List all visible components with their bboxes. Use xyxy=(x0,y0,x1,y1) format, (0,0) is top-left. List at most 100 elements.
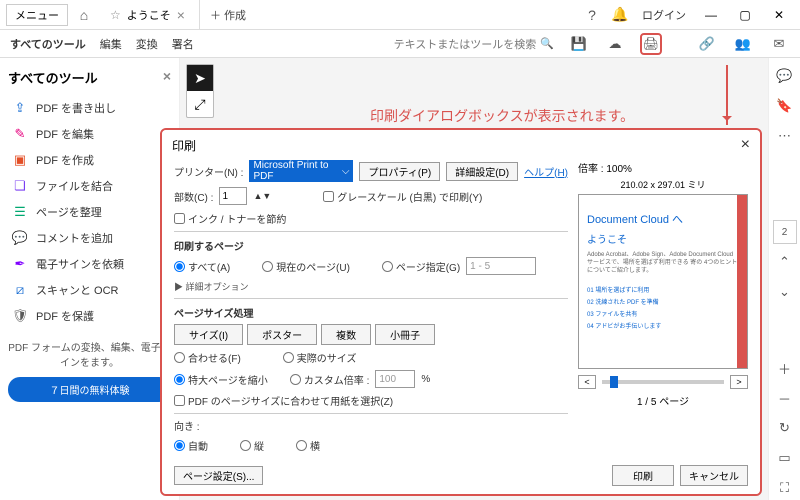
sidebar-footer-text: PDF フォームの変換、編集、電子サインをます。 xyxy=(8,339,171,369)
dialog-close-button[interactable]: × xyxy=(741,136,750,154)
tool-comment[interactable]: 💬コメントを追加 xyxy=(8,225,171,251)
tool-protect[interactable]: 🛡PDF を保護 xyxy=(8,303,171,329)
tab-all-tools[interactable]: すべてのツール xyxy=(10,36,86,52)
scan-icon: ⧄ xyxy=(12,282,28,298)
fit-page-icon[interactable]: ▭ xyxy=(773,446,797,470)
preview-prev-button[interactable]: < xyxy=(578,375,596,389)
print-button[interactable]: 印刷 xyxy=(612,465,674,486)
zoom-out-icon[interactable]: － xyxy=(773,386,797,410)
link-icon[interactable]: 🔗 xyxy=(696,33,718,55)
tool-combine[interactable]: ❏ファイルを結合 xyxy=(8,173,171,199)
annotation-callout: 印刷ダイアログボックスが表示されます。 xyxy=(370,106,634,126)
menu-button[interactable]: メニュー xyxy=(6,4,68,26)
document-tab[interactable]: ☆ ようこそ × xyxy=(100,0,195,29)
toolbar: すべてのツール 編集 変換 署名 テキストまたはツールを検索 🔍 💾 ☁ 🖨 🔗… xyxy=(0,30,800,58)
orient-landscape-radio[interactable]: 横 xyxy=(296,438,320,453)
print-preview: Document Cloud へ ようこそ Adobe Acrobat、Adob… xyxy=(578,194,748,369)
tool-export-pdf[interactable]: ⇪PDF を書き出し xyxy=(8,95,171,121)
scroll-down-icon[interactable]: ⌄ xyxy=(773,280,797,304)
comment-icon: 💬 xyxy=(12,230,28,246)
tool-edit-pdf[interactable]: ✎PDF を編集 xyxy=(8,121,171,147)
expand-tool[interactable]: ⤢ xyxy=(187,91,213,117)
search-icon: 🔍 xyxy=(540,37,554,50)
tab-convert[interactable]: 変換 xyxy=(136,36,158,52)
choose-paper-checkbox[interactable]: PDF のページサイズに合わせて用紙を選択(Z) xyxy=(174,393,393,408)
custom-scale-radio[interactable]: カスタム倍率 : xyxy=(290,372,370,387)
scroll-up-icon[interactable]: ⌃ xyxy=(773,250,797,274)
grayscale-checkbox[interactable]: グレースケール (白黒) で印刷(Y) xyxy=(323,189,482,204)
bell-icon[interactable]: 🔔 xyxy=(608,3,632,27)
orient-auto-radio[interactable]: 自動 xyxy=(174,438,208,453)
help-link[interactable]: ヘルプ(H) xyxy=(524,164,568,179)
more-options-toggle[interactable]: ▶ 詳細オプション xyxy=(174,280,249,293)
size-button[interactable]: サイズ(I) xyxy=(174,324,243,345)
export-icon: ⇪ xyxy=(12,100,28,116)
search-box[interactable]: テキストまたはツールを検索 🔍 xyxy=(394,36,554,52)
ink-save-checkbox[interactable]: インク / トナーを節約 xyxy=(174,211,286,226)
close-window-button[interactable]: ✕ xyxy=(764,3,794,27)
new-tab-button[interactable]: ＋ 作成 xyxy=(199,0,256,29)
login-link[interactable]: ログイン xyxy=(636,7,692,23)
close-sidebar-icon[interactable]: × xyxy=(163,68,171,87)
esign-icon: ✒ xyxy=(12,256,28,272)
bookmark-panel-icon[interactable]: 🔖 xyxy=(773,94,797,118)
multiple-button[interactable]: 複数 xyxy=(321,324,371,345)
advanced-settings-button[interactable]: 詳細設定(D) xyxy=(446,162,518,181)
copies-label: 部数(C) : xyxy=(174,189,213,204)
print-icon[interactable]: 🖨 xyxy=(640,33,662,55)
custom-scale-input[interactable] xyxy=(375,370,415,388)
fit-radio[interactable]: 合わせる(F) xyxy=(174,350,241,365)
actual-size-radio[interactable]: 実際のサイズ xyxy=(283,350,357,365)
shrink-radio[interactable]: 特大ページを縮小 xyxy=(174,372,268,387)
zoom-in-icon[interactable]: ＋ xyxy=(773,356,797,380)
pages-range-radio[interactable]: ページ指定(G) xyxy=(382,259,460,274)
tool-esign[interactable]: ✒電子サインを依頼 xyxy=(8,251,171,277)
tool-organize[interactable]: ☰ページを整理 xyxy=(8,199,171,225)
cloud-icon[interactable]: ☁ xyxy=(604,33,626,55)
edit-icon: ✎ xyxy=(12,126,28,142)
chat-panel-icon[interactable]: 💬 xyxy=(773,64,797,88)
help-icon[interactable]: ? xyxy=(580,3,604,27)
organize-icon: ☰ xyxy=(12,204,28,220)
maximize-button[interactable]: ▢ xyxy=(730,3,760,27)
free-trial-button[interactable]: ７日間の無料体験 xyxy=(8,377,171,402)
cancel-button[interactable]: キャンセル xyxy=(680,465,748,486)
select-tool[interactable]: ➤ xyxy=(187,65,213,91)
share-icon[interactable]: 👥 xyxy=(732,33,754,55)
pages-all-radio[interactable]: すべて(A) xyxy=(174,259,230,274)
fullscreen-icon[interactable]: ⛶ xyxy=(773,476,797,500)
pages-section-title: 印刷するページ xyxy=(174,238,568,253)
home-icon[interactable]: ⌂ xyxy=(72,3,96,27)
preview-nav: < > xyxy=(578,375,748,389)
print-dialog-highlight: 印刷 × プリンター(N) : Microsoft Print to PDF⌵ … xyxy=(160,128,762,496)
protect-icon: 🛡 xyxy=(12,308,28,324)
minimize-button[interactable]: — xyxy=(696,3,726,27)
page-number-box[interactable]: 2 xyxy=(773,220,797,244)
page-setup-button[interactable]: ページ設定(S)... xyxy=(174,466,263,485)
preview-dimensions: 210.02 x 297.01 ミリ xyxy=(578,178,748,191)
orient-portrait-radio[interactable]: 縦 xyxy=(240,438,264,453)
booklet-button[interactable]: 小冊子 xyxy=(375,324,435,345)
mail-icon[interactable]: ✉ xyxy=(768,33,790,55)
doc-mini-toolbar: ➤ ⤢ xyxy=(186,64,214,118)
pages-current-radio[interactable]: 現在のページ(U) xyxy=(262,259,350,274)
properties-button[interactable]: プロパティ(P) xyxy=(359,162,440,181)
orientation-label: 向き : xyxy=(174,418,200,433)
save-icon[interactable]: 💾 xyxy=(568,33,590,55)
printer-select[interactable]: Microsoft Print to PDF⌵ xyxy=(249,160,353,182)
preview-next-button[interactable]: > xyxy=(730,375,748,389)
close-tab-icon[interactable]: × xyxy=(177,7,185,23)
preview-zoom: 倍率 : 100% xyxy=(578,160,748,175)
preview-slider[interactable] xyxy=(602,380,724,384)
poster-button[interactable]: ポスター xyxy=(247,324,317,345)
print-dialog: 印刷 × プリンター(N) : Microsoft Print to PDF⌵ … xyxy=(162,130,760,494)
copies-input[interactable] xyxy=(219,187,247,205)
pages-range-input[interactable] xyxy=(466,257,536,275)
tab-sign[interactable]: 署名 xyxy=(172,36,194,52)
tab-edit[interactable]: 編集 xyxy=(100,36,122,52)
more-panel-icon[interactable]: ⋯ xyxy=(773,124,797,148)
right-rail: 💬 🔖 ⋯ 2 ⌃ ⌄ ＋ － ↻ ▭ ⛶ xyxy=(768,58,800,500)
tool-scan-ocr[interactable]: ⧄スキャンと OCR xyxy=(8,277,171,303)
tool-create-pdf[interactable]: ▣PDF を作成 xyxy=(8,147,171,173)
rotate-icon[interactable]: ↻ xyxy=(773,416,797,440)
